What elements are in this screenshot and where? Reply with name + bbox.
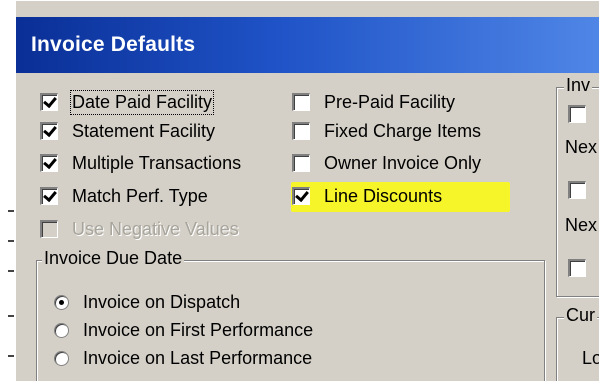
checkbox-multiple-transactions[interactable]: Multiple Transactions: [40, 150, 241, 176]
radio-button[interactable]: [54, 350, 69, 366]
checkbox-box[interactable]: [40, 122, 58, 140]
checkbox-label: Line Discounts: [324, 185, 443, 206]
checkbox-pre-paid-facility[interactable]: Pre-Paid Facility: [292, 89, 455, 115]
right-checkbox-1[interactable]: [568, 105, 586, 123]
checkbox-box[interactable]: [40, 93, 58, 111]
radio-button[interactable]: [54, 322, 69, 338]
checkbox-fixed-charge-items[interactable]: Fixed Charge Items: [292, 118, 481, 144]
checkbox-label: Statement Facility: [72, 120, 216, 141]
current-group-text: Lo: [582, 348, 599, 368]
next-label-2: Nex: [565, 215, 598, 235]
next-label-1: Nex: [565, 137, 598, 157]
edge-mark: [8, 315, 14, 317]
checkbox-label: Match Perf. Type: [72, 185, 208, 206]
radio-invoice-on-last-performance[interactable]: Invoice on Last Performance: [54, 346, 312, 370]
radio-invoice-on-dispatch[interactable]: Invoice on Dispatch: [54, 290, 240, 314]
checkbox-box[interactable]: [292, 154, 310, 172]
edge-mark: [8, 210, 14, 212]
checkbox-box[interactable]: [40, 220, 58, 238]
checkbox-line-discounts[interactable]: Line Discounts: [292, 183, 442, 209]
checkbox-label: Multiple Transactions: [72, 152, 242, 173]
checkbox-box[interactable]: [40, 187, 58, 205]
radio-invoice-on-first-performance[interactable]: Invoice on First Performance: [54, 318, 313, 342]
edge-mark: [8, 240, 14, 242]
checkbox-label: Pre-Paid Facility: [324, 91, 456, 112]
checkbox-statement-facility[interactable]: Statement Facility: [40, 118, 215, 144]
checkbox-date-paid-facility[interactable]: Date Paid Facility: [40, 89, 215, 115]
invoice-numbering-label: Inv: [564, 75, 593, 96]
checkbox-match-perf-type[interactable]: Match Perf. Type: [40, 183, 208, 209]
checkbox-box[interactable]: [292, 122, 310, 140]
checkbox-label: Owner Invoice Only: [324, 152, 482, 173]
current-group-label: Cur: [564, 305, 598, 326]
radio-label: Invoice on Last Performance: [83, 347, 313, 368]
checkbox-label: Date Paid Facility: [69, 89, 215, 115]
checkbox-box[interactable]: [40, 154, 58, 172]
invoice-defaults-dialog: Invoice Defaults Date Paid Facility Stat…: [15, 0, 599, 381]
radio-label: Invoice on Dispatch: [83, 291, 241, 312]
screenshot-page: Invoice Defaults Date Paid Facility Stat…: [0, 0, 599, 381]
checkbox-box[interactable]: [292, 187, 310, 205]
checkbox-owner-invoice-only[interactable]: Owner Invoice Only: [292, 150, 481, 176]
dialog-title: Invoice Defaults: [31, 33, 196, 56]
edge-mark: [8, 270, 14, 272]
right-checkbox-2[interactable]: [568, 181, 586, 199]
background-window-edge: [0, 0, 15, 381]
right-checkbox-3[interactable]: [568, 259, 586, 277]
edge-mark: [8, 355, 14, 357]
dialog-title-bar[interactable]: Invoice Defaults: [16, 17, 599, 73]
checkbox-use-negative-values[interactable]: Use Negative Values: [40, 216, 239, 242]
radio-button[interactable]: [54, 294, 69, 310]
checkbox-label: Fixed Charge Items: [324, 120, 482, 141]
radio-label: Invoice on First Performance: [83, 319, 314, 340]
checkbox-label: Use Negative Values: [72, 218, 239, 239]
checkbox-box[interactable]: [292, 93, 310, 111]
invoice-due-date-label: Invoice Due Date: [42, 248, 185, 269]
